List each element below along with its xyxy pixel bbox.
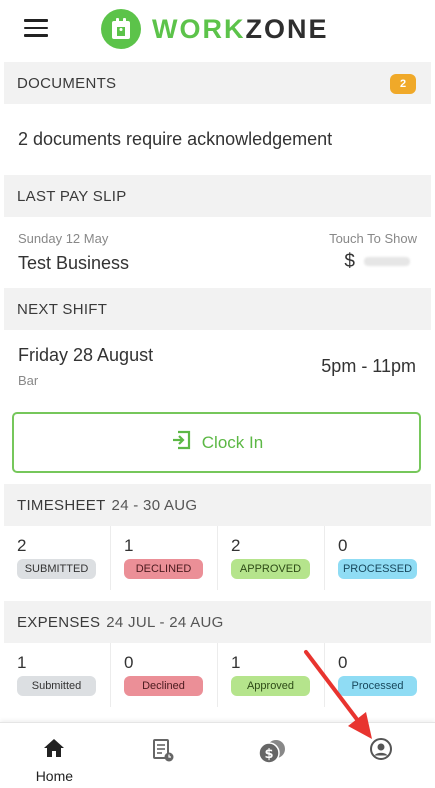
bottom-nav: Home $ xyxy=(0,722,435,788)
timesheet-section: TIMESHEET 24 - 30 AUG xyxy=(4,484,431,526)
documents-message[interactable]: 2 documents require acknowledgement xyxy=(18,129,332,150)
shift-title: NEXT SHIFT xyxy=(17,300,108,318)
brand-part-work: WORK xyxy=(152,13,246,44)
home-icon xyxy=(42,737,66,764)
shift-section: NEXT SHIFT xyxy=(4,288,431,330)
stat-count: 2 xyxy=(17,536,27,555)
stat-count: 1 xyxy=(231,653,241,672)
expenses-stats: 1 Submitted 0 Declined 1 Approved 0 Proc… xyxy=(4,643,431,707)
stat-count: 0 xyxy=(338,653,348,672)
shift-time: 5pm - 11pm xyxy=(321,356,416,376)
timesheet-stat-approved[interactable]: 2 APPROVED xyxy=(218,526,325,590)
expenses-header: EXPENSES 24 JUL - 24 AUG xyxy=(4,601,431,643)
documents-section[interactable]: DOCUMENTS xyxy=(4,62,431,104)
brand-part-zone: ZONE xyxy=(245,13,329,44)
stat-count: 0 xyxy=(338,536,348,555)
payslip-hidden-amount[interactable] xyxy=(364,257,410,266)
timesheet-range: 24 - 30 AUG xyxy=(111,496,198,514)
payslip-date: Sunday 12 May xyxy=(18,231,109,246)
stat-count: 2 xyxy=(231,536,241,555)
timesheet-header: TIMESHEET 24 - 30 AUG xyxy=(4,484,431,526)
status-badge: DECLINED xyxy=(124,559,203,579)
payslip-header: LAST PAY SLIP xyxy=(4,175,431,217)
status-badge: SUBMITTED xyxy=(17,559,96,579)
timesheet-stat-submitted[interactable]: 2 SUBMITTED xyxy=(4,526,111,590)
timesheet-stat-processed[interactable]: 0 PROCESSED xyxy=(325,526,431,590)
expenses-title: EXPENSES xyxy=(17,613,101,631)
status-badge: Submitted xyxy=(17,676,96,696)
clock-in-label: Clock In xyxy=(201,432,264,452)
shift-day: Friday 28 August xyxy=(18,345,154,365)
expenses-range: 24 JUL - 24 AUG xyxy=(106,613,224,631)
nav-home-label: Home xyxy=(35,768,74,784)
documents-count-badge: 2 xyxy=(390,74,416,94)
timesheet-title: TIMESHEET xyxy=(17,496,106,514)
coins-icon: $ xyxy=(257,737,287,770)
top-bar: WORKZONE xyxy=(0,0,435,62)
status-badge: Processed xyxy=(338,676,417,696)
shift-location: Bar xyxy=(18,373,39,388)
expenses-stat-declined[interactable]: 0 Declined xyxy=(111,643,218,707)
status-badge: Approved xyxy=(231,676,310,696)
touch-to-show-label[interactable]: Touch To Show xyxy=(329,231,417,246)
timesheet-stats: 2 SUBMITTED 1 DECLINED 2 APPROVED 0 PROC… xyxy=(4,526,431,590)
stat-count: 1 xyxy=(17,653,27,672)
payslip-business: Test Business xyxy=(18,253,130,273)
expenses-stat-approved[interactable]: 1 Approved xyxy=(218,643,325,707)
clock-in-button[interactable]: Clock In xyxy=(12,412,421,473)
clock-in-icon xyxy=(170,429,192,456)
svg-text:$: $ xyxy=(264,747,273,762)
stat-count: 1 xyxy=(124,536,134,555)
nav-expenses[interactable]: $ xyxy=(218,723,327,788)
stat-count: 0 xyxy=(124,653,134,672)
documents-header: DOCUMENTS xyxy=(4,62,431,104)
profile-icon xyxy=(369,737,393,766)
menu-icon[interactable] xyxy=(24,19,48,37)
brand-name: WORKZONE xyxy=(152,14,329,45)
timesheet-icon xyxy=(151,737,175,768)
logo-mark-icon xyxy=(101,9,141,49)
app-logo: WORKZONE xyxy=(101,9,329,49)
expenses-section: EXPENSES 24 JUL - 24 AUG xyxy=(4,601,431,643)
payslip-currency: $ xyxy=(344,251,355,272)
status-badge: Declined xyxy=(124,676,203,696)
timesheet-stat-declined[interactable]: 1 DECLINED xyxy=(111,526,218,590)
expenses-stat-submitted[interactable]: 1 Submitted xyxy=(4,643,111,707)
status-badge: APPROVED xyxy=(231,559,310,579)
nav-profile[interactable] xyxy=(326,723,435,788)
nav-timesheet[interactable] xyxy=(109,723,218,788)
expenses-stat-processed[interactable]: 0 Processed xyxy=(325,643,431,707)
nav-home[interactable]: Home xyxy=(0,723,109,788)
status-badge: PROCESSED xyxy=(338,559,417,579)
shift-header: NEXT SHIFT xyxy=(4,288,431,330)
payslip-title: LAST PAY SLIP xyxy=(17,187,127,205)
documents-title: DOCUMENTS xyxy=(17,74,117,92)
payslip-section: LAST PAY SLIP xyxy=(4,175,431,217)
